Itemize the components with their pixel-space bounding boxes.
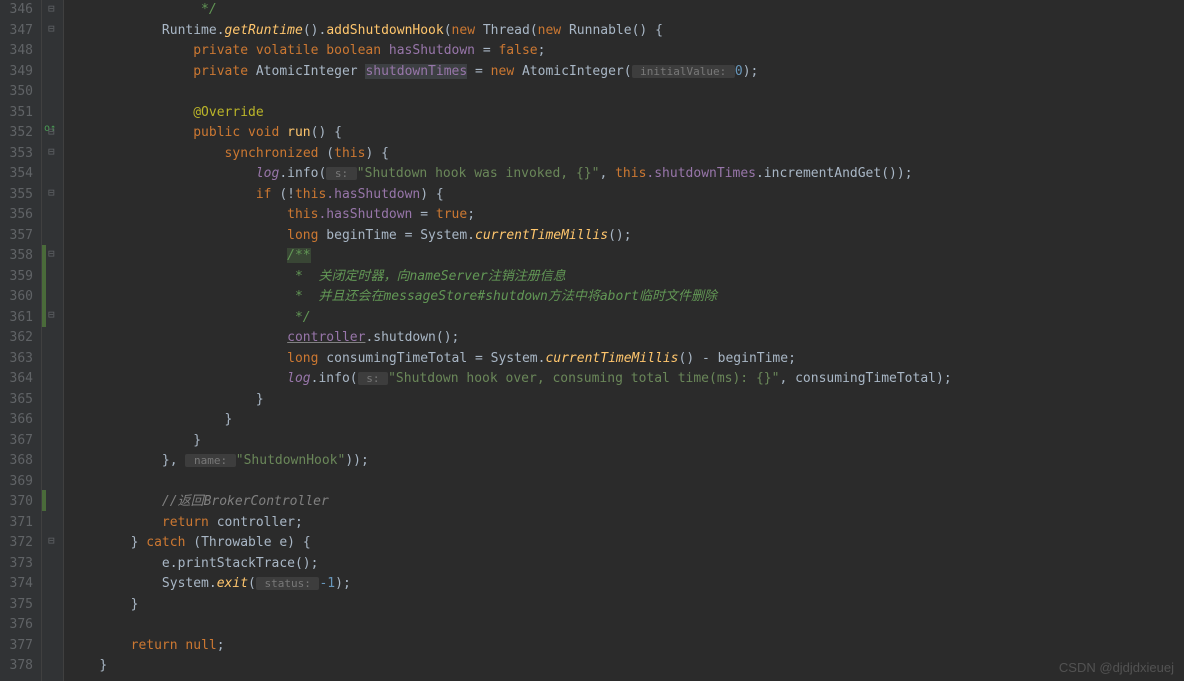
code-line[interactable]: } catch (Throwable e) { [68,533,1184,554]
line-number: 346 [4,0,33,21]
code-line[interactable]: long beginTime = System.currentTimeMilli… [68,226,1184,247]
line-number: 359 [4,267,33,288]
change-marker [42,245,46,327]
code-line[interactable]: if (!this.hasShutdown) { [68,185,1184,206]
line-number: 378 [4,656,33,677]
code-line[interactable]: * 并且还会在messageStore#shutdown方法中将abort临时文… [68,287,1184,308]
line-number: 348 [4,41,33,62]
code-line[interactable]: } [68,431,1184,452]
line-number: 377 [4,636,33,657]
code-line[interactable]: log.info( s: "Shutdown hook over, consum… [68,369,1184,390]
code-line[interactable]: controller.shutdown(); [68,328,1184,349]
line-number: 367 [4,431,33,452]
line-number: 372 [4,533,33,554]
line-number: 361 [4,308,33,329]
inlay-hint: initialValue: [632,65,735,78]
inlay-hint: name: [185,454,235,467]
line-number: 355 [4,185,33,206]
code-line[interactable] [68,472,1184,493]
code-line[interactable] [68,82,1184,103]
code-line[interactable]: Runtime.getRuntime().addShutdownHook(new… [68,21,1184,42]
code-line[interactable]: log.info( s: "Shutdown hook was invoked,… [68,164,1184,185]
code-line[interactable]: return controller; [68,513,1184,534]
code-line[interactable]: @Override [68,103,1184,124]
fold-icon[interactable]: ⊟ [48,2,55,15]
fold-icon[interactable]: ⊟ [48,145,55,158]
fold-icon[interactable]: ⊟ [48,186,55,199]
line-number: 366 [4,410,33,431]
code-editor[interactable]: 346 347 348 349 350 351 352 353 354 355 … [0,0,1184,681]
code-line[interactable]: private volatile boolean hasShutdown = f… [68,41,1184,62]
code-line[interactable]: private AtomicInteger shutdownTimes = ne… [68,62,1184,83]
code-line[interactable]: } [68,595,1184,616]
code-line[interactable]: */ [68,0,1184,21]
change-marker [42,490,46,511]
code-line[interactable] [68,615,1184,636]
line-number: 351 [4,103,33,124]
line-number: 360 [4,287,33,308]
code-content[interactable]: */ Runtime.getRuntime().addShutdownHook(… [64,0,1184,681]
code-line[interactable]: } [68,390,1184,411]
line-number: 358 [4,246,33,267]
inlay-hint: s: [358,372,389,385]
line-number: 371 [4,513,33,534]
fold-icon[interactable]: ⊟ [48,247,55,260]
line-number: 356 [4,205,33,226]
code-line[interactable]: } [68,656,1184,677]
line-number: 376 [4,615,33,636]
code-line[interactable]: this.hasShutdown = true; [68,205,1184,226]
line-number: 353 [4,144,33,165]
fold-icon[interactable]: ⊟ [48,22,55,35]
fold-icon[interactable]: ⊟ [48,125,55,138]
code-line[interactable]: * 关闭定时器，向nameServer注销注册信息 [68,267,1184,288]
line-number: 349 [4,62,33,83]
line-number-gutter: 346 347 348 349 350 351 352 353 354 355 … [0,0,42,681]
code-line[interactable]: */ [68,308,1184,329]
gutter-annotations: o↑ ⊟ ⊟ ⊟ ⊟ ⊟ ⊟ ⊟ ⊟ [42,0,64,681]
line-number: 368 [4,451,33,472]
line-number: 352 [4,123,33,144]
fold-icon[interactable]: ⊟ [48,308,55,321]
code-line[interactable]: e.printStackTrace(); [68,554,1184,575]
line-number: 350 [4,82,33,103]
watermark: CSDN @djdjdxieuej [1059,660,1174,675]
code-line[interactable]: /** [68,246,1184,267]
line-number: 365 [4,390,33,411]
line-number: 373 [4,554,33,575]
code-line[interactable]: return null; [68,636,1184,657]
line-number: 362 [4,328,33,349]
fold-icon[interactable]: ⊟ [48,534,55,547]
line-number: 357 [4,226,33,247]
line-number: 354 [4,164,33,185]
code-line[interactable]: //返回BrokerController [68,492,1184,513]
line-number: 370 [4,492,33,513]
line-number: 364 [4,369,33,390]
line-number: 374 [4,574,33,595]
inlay-hint: s: [326,167,357,180]
inlay-hint: status: [256,577,320,590]
code-line[interactable]: }, name: "ShutdownHook")); [68,451,1184,472]
code-line[interactable]: long consumingTimeTotal = System.current… [68,349,1184,370]
code-line[interactable]: System.exit( status: -1); [68,574,1184,595]
code-line[interactable]: public void run() { [68,123,1184,144]
line-number: 375 [4,595,33,616]
code-line[interactable]: synchronized (this) { [68,144,1184,165]
line-number: 363 [4,349,33,370]
line-number: 347 [4,21,33,42]
line-number: 369 [4,472,33,493]
code-line[interactable]: } [68,410,1184,431]
